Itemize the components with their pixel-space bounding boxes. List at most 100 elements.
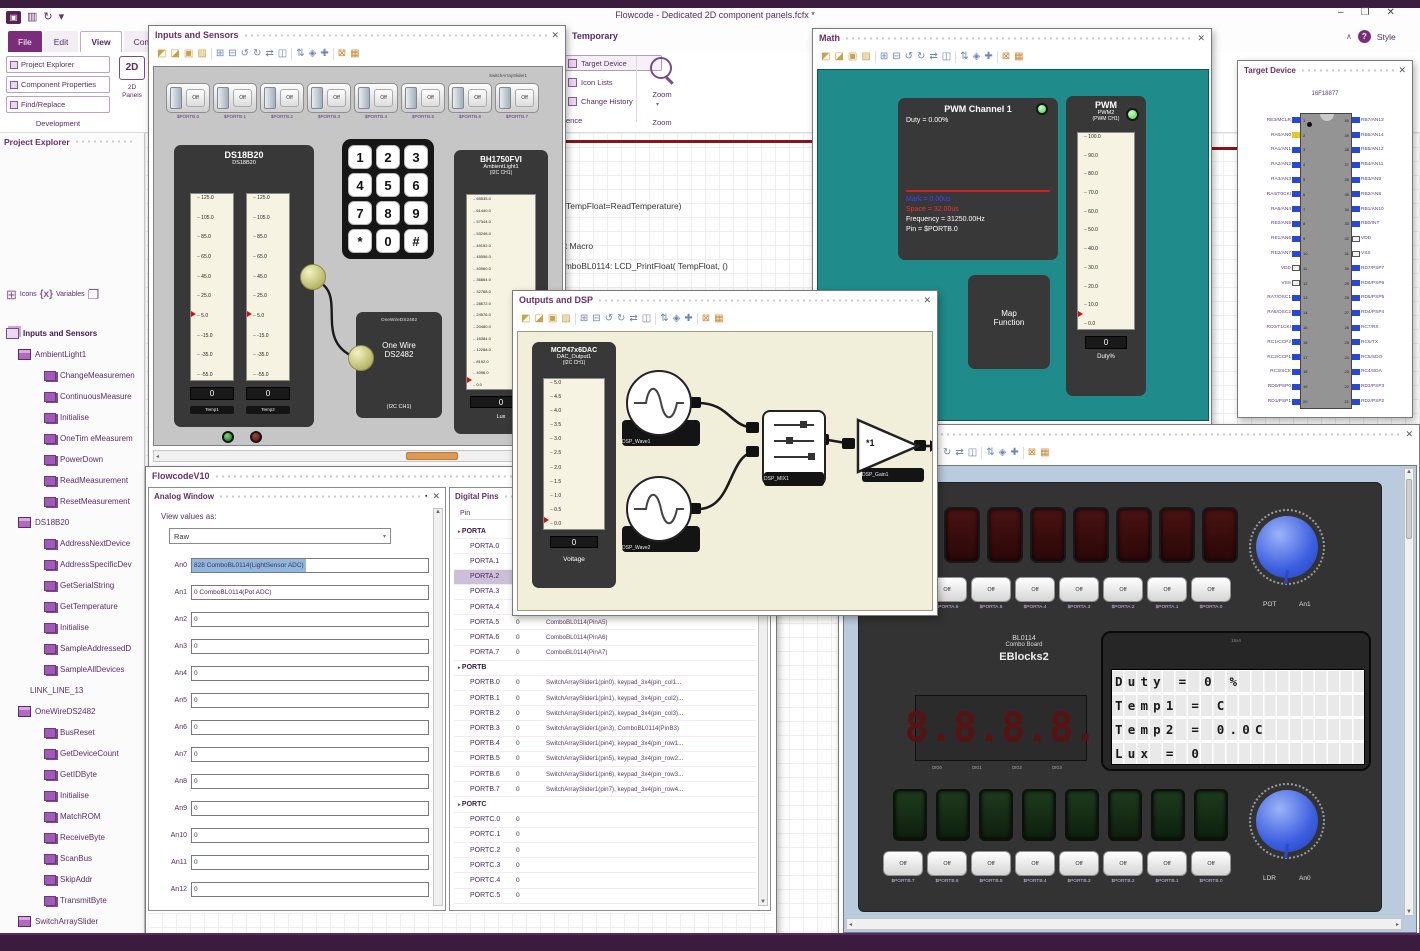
- tree-item[interactable]: Initialise: [2, 785, 143, 806]
- tree-item[interactable]: OneTim eMeasurem: [2, 428, 143, 449]
- toolbar-icon[interactable]: ▦: [350, 49, 359, 59]
- toolbar-icon[interactable]: ⊠: [1002, 52, 1010, 62]
- temp2-slider[interactable]: 125.0105.085.065.045.025.05.0-15.0-35.0-…: [246, 193, 290, 381]
- toolbar-icon[interactable]: [574, 313, 576, 325]
- port-button[interactable]: Off $PORTB.4: [1015, 851, 1055, 884]
- toolbar-icon[interactable]: ↺: [905, 52, 913, 62]
- ldr-knob[interactable]: [1256, 790, 1318, 852]
- analog-vscrollbar[interactable]: ▲: [433, 508, 443, 906]
- toolbar-icon[interactable]: ⊟: [228, 49, 236, 59]
- port-button[interactable]: Off $PORTA.5: [971, 577, 1011, 610]
- tree-item[interactable]: MatchROM: [2, 806, 143, 827]
- toolbar-icon[interactable]: ◫: [968, 448, 977, 458]
- toolbar-icon[interactable]: ▦: [1040, 448, 1049, 458]
- toolbar-icon[interactable]: ◩: [521, 314, 530, 324]
- toolbar-icon[interactable]: [332, 48, 334, 60]
- inputs-panel-canvas[interactable]: SwitchArraySlider1 Off $PORTB.0 Off $POR…: [153, 66, 563, 446]
- digital-pin-row[interactable]: PORTB.5 0 SwitchArraySlider1(pin5), keyp…: [454, 752, 756, 767]
- analog-value-field[interactable]: 0: [191, 639, 429, 654]
- pwm-duty-slider[interactable]: 100.090.080.070.060.050.040.030.020.010.…: [1077, 132, 1135, 330]
- switch-lever[interactable]: [358, 87, 370, 109]
- zoom-icon[interactable]: [650, 57, 672, 79]
- tree-item[interactable]: Inputs and Sensors: [2, 323, 143, 344]
- analog-value-field[interactable]: 0: [191, 774, 429, 789]
- digital-pin-row[interactable]: PORTC.4 0: [454, 873, 756, 889]
- math-window-titlebar[interactable]: Math ✕: [813, 29, 1211, 47]
- 2d-panels-button[interactable]: 2D: [119, 56, 145, 80]
- toolbar-icon[interactable]: [955, 51, 957, 63]
- port-button[interactable]: Off $PORTB.0: [1191, 851, 1231, 884]
- tree-item[interactable]: AmbientLight1: [2, 344, 143, 365]
- port-button[interactable]: Off $PORTA.2: [1103, 577, 1143, 610]
- close-icon[interactable]: ✕: [1387, 8, 1395, 18]
- ribbon-tab[interactable]: View: [80, 31, 122, 52]
- toolbar-icon[interactable]: ◩: [157, 49, 166, 59]
- tree-item[interactable]: AddressNextDevice: [2, 533, 143, 554]
- style-menu[interactable]: Style: [1377, 32, 1396, 42]
- view-toggle[interactable]: Icon Lists: [564, 74, 662, 90]
- panel-icon[interactable]: ❐: [88, 288, 100, 301]
- digital-pin-row[interactable]: PORTB.2 0 SwitchArraySlider1(pin2), keyp…: [454, 706, 756, 722]
- combo-hscrollbar[interactable]: ◂ ▸: [846, 918, 1402, 930]
- tree-item[interactable]: PowerDown: [2, 449, 143, 470]
- toolbar-icon[interactable]: ▦: [1014, 52, 1023, 62]
- tree-item[interactable]: ResetMeasurement: [2, 491, 143, 512]
- keypad-key[interactable]: 1: [348, 145, 372, 169]
- slider-switch[interactable]: Off $PORTB.6: [448, 83, 492, 119]
- toolbar-icon[interactable]: ⊞: [580, 314, 588, 324]
- temporary-tab-label[interactable]: Temporary: [572, 31, 618, 41]
- tree-item[interactable]: OneWireDS2482: [2, 701, 143, 722]
- toolbar-icon[interactable]: ▨: [561, 314, 570, 324]
- keypad-key[interactable]: *: [348, 229, 372, 253]
- tree-item[interactable]: ChangeMeasuremen: [2, 365, 143, 386]
- toolbar-icon[interactable]: ⊞: [880, 52, 888, 62]
- tree-item[interactable]: ReceiveByte: [2, 827, 143, 848]
- help-icon[interactable]: ?: [1357, 30, 1371, 43]
- inputs-hscrollbar[interactable]: ◂ ▸: [153, 450, 563, 462]
- tree-item[interactable]: GetDeviceCount: [2, 743, 143, 764]
- port-button[interactable]: Off $PORTB.7: [883, 851, 923, 884]
- toolbar-icon[interactable]: [291, 48, 293, 60]
- tree-item[interactable]: LINK_LINE_13: [2, 680, 143, 701]
- keypad-key[interactable]: 8: [376, 201, 400, 225]
- port-button[interactable]: Off $PORTA.4: [1015, 577, 1055, 610]
- toolbar-icon[interactable]: ◫: [278, 49, 287, 59]
- tree-item[interactable]: BusReset: [2, 722, 143, 743]
- temp1-slider[interactable]: 125.0105.085.065.045.025.05.0-15.0-35.0-…: [190, 193, 234, 381]
- port-button[interactable]: Off $PORTA.3: [1059, 577, 1099, 610]
- toolbar-icon[interactable]: ⇄: [629, 314, 637, 324]
- view-toggle[interactable]: Target Device: [564, 55, 662, 71]
- switch-lever[interactable]: [170, 87, 182, 109]
- variables-label[interactable]: Variables: [56, 291, 85, 298]
- view-values-dropdown[interactable]: Raw ▾: [169, 528, 391, 544]
- toolbar-icon[interactable]: [655, 313, 657, 325]
- toolbar-icon[interactable]: ◈: [309, 49, 317, 59]
- keypad-key[interactable]: 4: [348, 173, 372, 197]
- tree-item[interactable]: SkipAddr: [2, 869, 143, 890]
- port-button[interactable]: Off $PORTA.1: [1147, 577, 1187, 610]
- tree-item[interactable]: SampleAllDevices: [2, 659, 143, 680]
- toolbar-icon[interactable]: ↻: [617, 314, 625, 324]
- quick-access-icon[interactable]: ▣: [6, 11, 21, 24]
- digital-pin-row[interactable]: PORTB.7 0 SwitchArraySlider1(pin7), keyp…: [454, 782, 756, 798]
- digital-pin-row[interactable]: PORTA.6 0 ComboBL0114(PinA6): [454, 630, 756, 646]
- toolbar-icon[interactable]: ↺: [241, 49, 249, 59]
- analog-value-field[interactable]: 0: [191, 828, 429, 843]
- toolbar-icon[interactable]: ◪: [834, 52, 843, 62]
- zoom-dropdown-arrow[interactable]: ▾: [656, 101, 659, 108]
- toolbar-icon[interactable]: ↺: [605, 314, 613, 324]
- toolbar-icon[interactable]: ⊠: [338, 49, 346, 59]
- analog-value-field[interactable]: 0: [191, 801, 429, 816]
- digital-pin-row[interactable]: PORTB.3 0 SwitchArraySlider1(pin3), Comb…: [454, 721, 756, 737]
- ribbon-tab[interactable]: Edit: [43, 31, 79, 52]
- tree-item[interactable]: GetTemperature: [2, 596, 143, 617]
- port-button[interactable]: Off $PORTA.0: [1191, 577, 1231, 610]
- digital-pin-row[interactable]: PORTB.6 0 SwitchArraySlider1(pin6), keyp…: [454, 767, 756, 783]
- close-icon[interactable]: ✕: [1398, 65, 1406, 76]
- tree-item[interactable]: GetSerialString: [2, 575, 143, 596]
- toolbar-icon[interactable]: ◈: [673, 314, 681, 324]
- keypad-key[interactable]: 3: [404, 145, 428, 169]
- icons-grid-icon[interactable]: ⊞: [6, 288, 17, 301]
- toolbar-icon[interactable]: [210, 48, 212, 60]
- close-icon[interactable]: ✕: [1197, 33, 1205, 44]
